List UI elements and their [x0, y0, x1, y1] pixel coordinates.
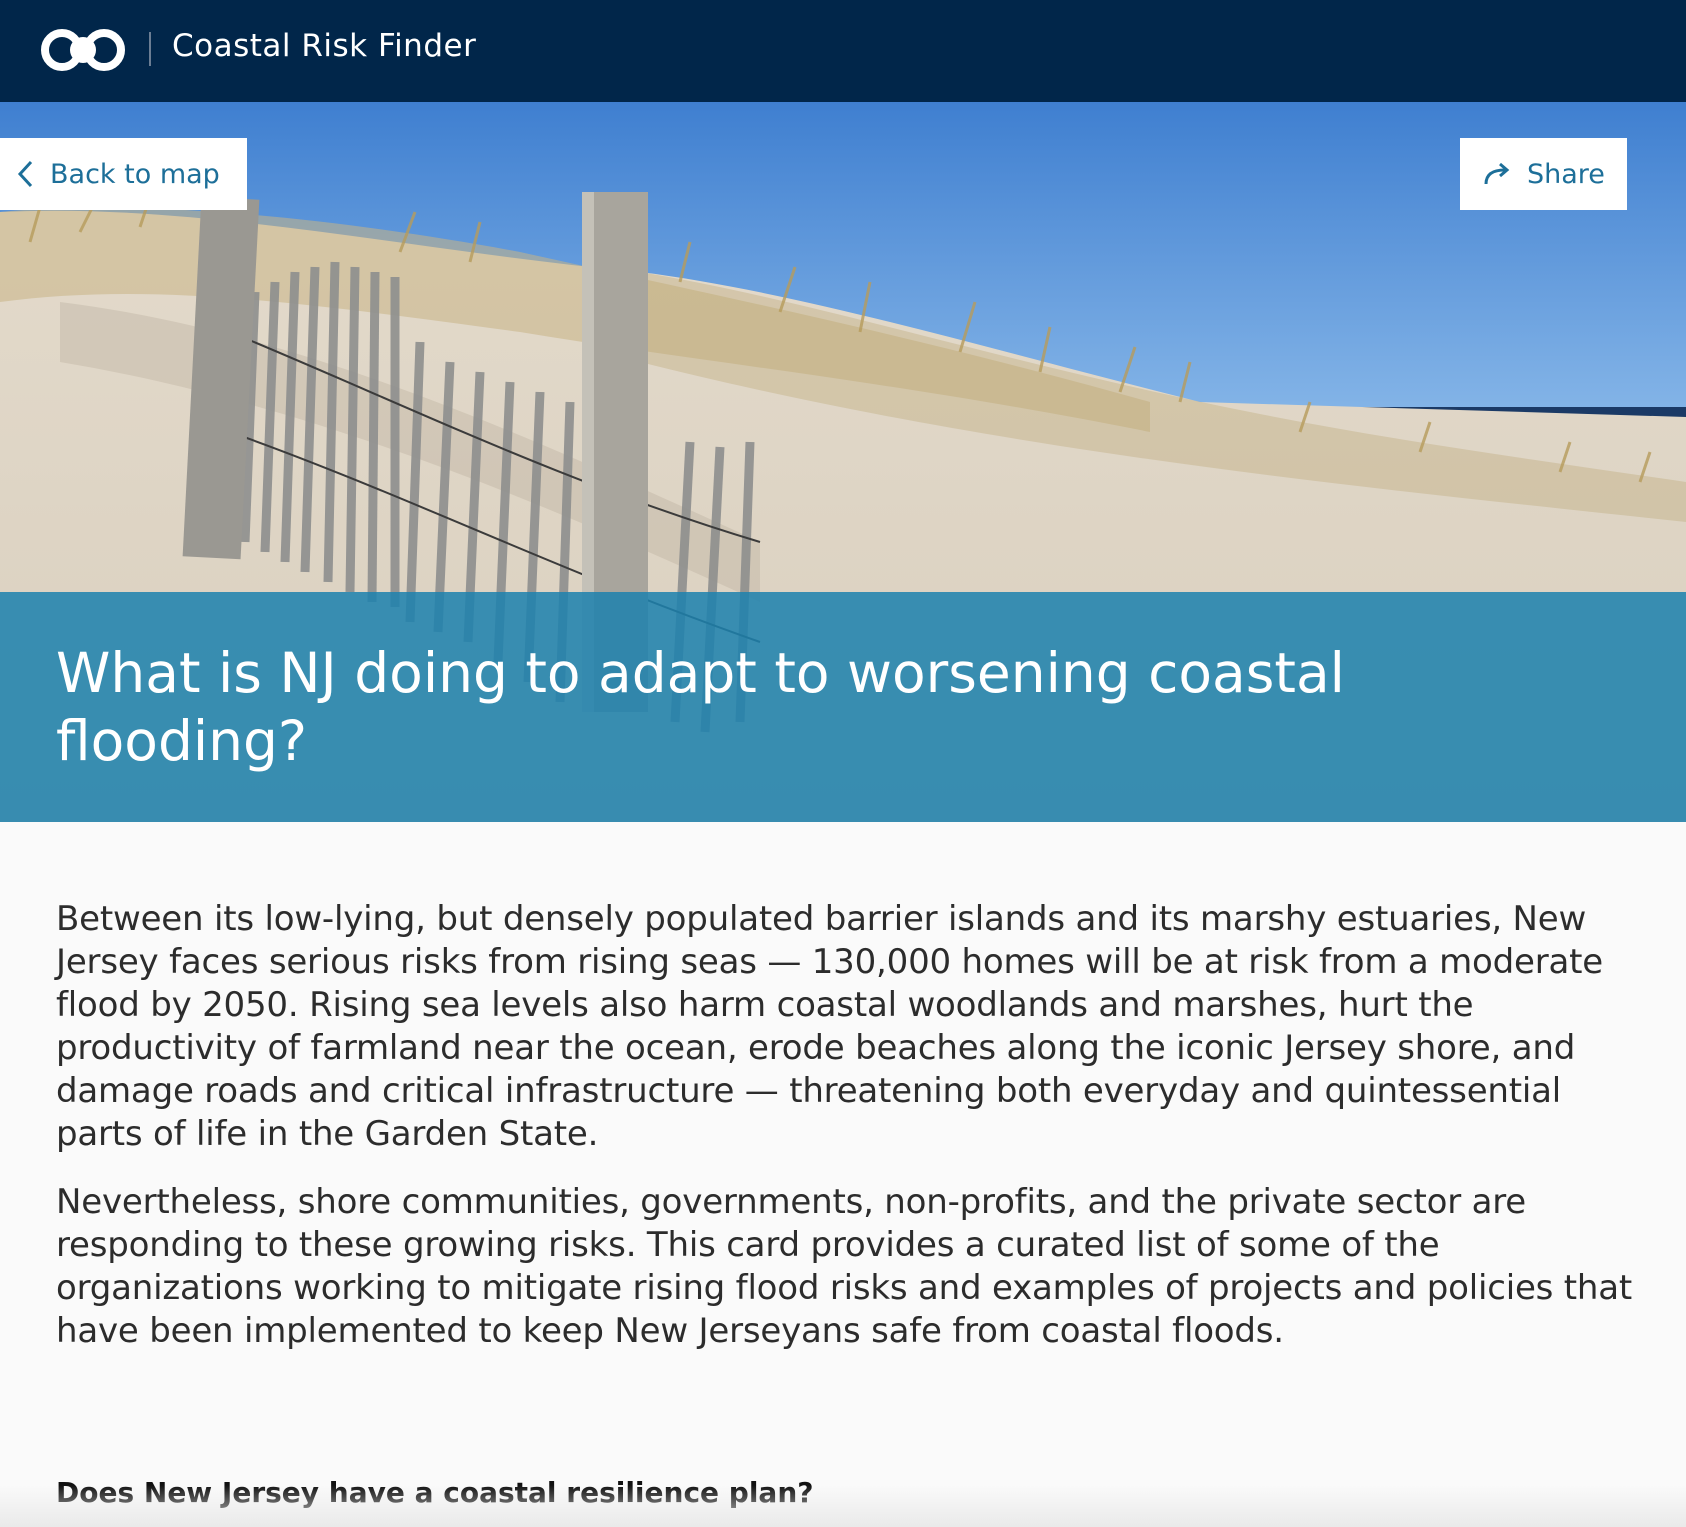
- faq-heading: Does New Jersey have a coastal resilienc…: [56, 1476, 814, 1509]
- intro-paragraph: Between its low-lying, but densely popul…: [56, 899, 1603, 1154]
- article-body: Between its low-lying, but densely popul…: [56, 898, 1636, 1378]
- share-arrow-icon: [1483, 161, 1513, 187]
- back-to-map-label: Back to map: [50, 158, 220, 190]
- chevron-left-icon: [16, 159, 36, 189]
- app-title: Coastal Risk Finder: [172, 28, 477, 64]
- header-divider: [149, 32, 151, 66]
- share-button[interactable]: Share: [1460, 138, 1627, 210]
- share-label: Share: [1527, 158, 1605, 190]
- linked-circles-logo-icon[interactable]: [40, 27, 126, 73]
- back-to-map-button[interactable]: Back to map: [0, 138, 247, 210]
- app-header: Coastal Risk Finder: [0, 0, 1686, 102]
- overview-paragraph: Nevertheless, shore communities, governm…: [56, 1182, 1633, 1351]
- hero-section: What is NJ doing to adapt to worsening c…: [0, 102, 1686, 822]
- page-title: What is NJ doing to adapt to worsening c…: [56, 641, 1345, 773]
